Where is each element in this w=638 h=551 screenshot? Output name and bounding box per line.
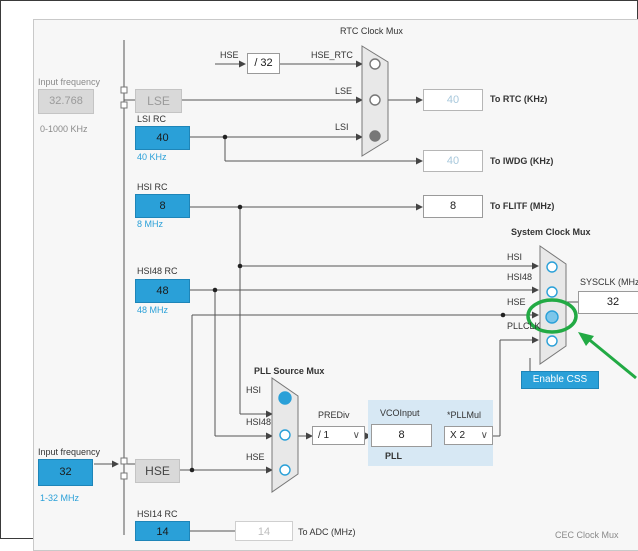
pllmul-value: X 2 bbox=[450, 430, 466, 441]
rtc-hse-label: HSE bbox=[220, 50, 239, 60]
chevron-down-icon: ∨ bbox=[352, 430, 360, 441]
lse-oscillator-block: LSE bbox=[135, 89, 182, 113]
hse-input-field[interactable]: 32 bbox=[38, 459, 93, 486]
lsi-frequency: 40 KHz bbox=[137, 152, 167, 162]
system-clock-mux-title: System Clock Mux bbox=[511, 227, 591, 237]
prediv-dropdown[interactable]: / 1 ∨ bbox=[312, 426, 365, 445]
rtc-lsi-radio[interactable] bbox=[369, 130, 381, 142]
to-flitf-label: To FLITF (MHz) bbox=[490, 201, 555, 211]
hsi-title: HSI RC bbox=[137, 182, 168, 192]
prediv-label: PREDiv bbox=[318, 410, 350, 420]
iwdg-output-value: 40 bbox=[423, 150, 483, 172]
lsi-value-box: 40 bbox=[135, 126, 190, 150]
enable-css-button[interactable]: Enable CSS bbox=[521, 371, 599, 389]
pll-source-selector[interactable] bbox=[276, 390, 294, 480]
rtc-mux-selector[interactable] bbox=[366, 56, 384, 146]
prediv-value: / 1 bbox=[318, 430, 330, 441]
pllmul-label: *PLLMul bbox=[447, 410, 482, 420]
lse-input-field[interactable]: 32.768 bbox=[38, 89, 94, 114]
sysclk-pllclk-label: PLLCLK bbox=[507, 321, 541, 331]
pll-hsi48-radio[interactable] bbox=[279, 429, 291, 441]
hsi14-value-box: 14 bbox=[135, 521, 190, 541]
rtc-lse-radio[interactable] bbox=[369, 94, 381, 106]
hse-range-label: 1-32 MHz bbox=[40, 493, 80, 503]
sysclk-hsi-radio[interactable] bbox=[546, 261, 558, 273]
to-iwdg-label: To IWDG (KHz) bbox=[490, 156, 554, 166]
to-rtc-label: To RTC (KHz) bbox=[490, 94, 548, 104]
rtc-div32-box: / 32 bbox=[247, 53, 280, 74]
sysclk-mux-selector[interactable] bbox=[543, 258, 563, 350]
hsi14-title: HSI14 RC bbox=[137, 509, 178, 519]
hsi-frequency: 8 MHz bbox=[137, 219, 164, 229]
hsi48-title: HSI48 RC bbox=[137, 266, 178, 276]
vco-input-value: 8 bbox=[371, 424, 432, 447]
rtc-mux-title: RTC Clock Mux bbox=[340, 26, 403, 36]
sysclk-hsi48-label: HSI48 bbox=[507, 272, 533, 282]
pll-hsi48-label: HSI48 bbox=[246, 417, 272, 427]
hsi48-frequency: 48 MHz bbox=[137, 305, 169, 315]
pll-hse-label: HSE bbox=[246, 452, 265, 462]
lsi-title: LSI RC bbox=[137, 114, 167, 124]
sysclk-hse-label: HSE bbox=[507, 297, 526, 307]
rtc-output-value: 40 bbox=[423, 89, 483, 111]
hse-rtc-label: HSE_RTC bbox=[311, 50, 353, 60]
pllmul-dropdown[interactable]: X 2 ∨ bbox=[444, 426, 493, 445]
hsi48-value-box: 48 bbox=[135, 279, 190, 303]
to-adc-label: To ADC (MHz) bbox=[298, 527, 356, 537]
rtc-hse-radio[interactable] bbox=[369, 58, 381, 70]
hsi-value-box: 8 bbox=[135, 194, 190, 218]
sysclk-label: SYSCLK (MHz) bbox=[580, 277, 638, 287]
pll-hsi-radio[interactable] bbox=[278, 391, 292, 405]
chevron-down-icon: ∨ bbox=[480, 430, 488, 441]
rtc-lse-label: LSE bbox=[335, 86, 353, 96]
hse-input-frequency-label: Input frequency bbox=[38, 447, 101, 457]
sysclk-hsi48-radio[interactable] bbox=[546, 286, 558, 298]
sysclk-value[interactable]: 32 bbox=[578, 291, 638, 314]
sysclk-hse-radio[interactable] bbox=[545, 310, 559, 324]
sysclk-hsi-label: HSI bbox=[507, 252, 523, 262]
lse-range-label: 0-1000 KHz bbox=[40, 124, 88, 134]
lse-input-frequency-label: Input frequency bbox=[38, 77, 101, 87]
sysclk-pllclk-radio[interactable] bbox=[546, 335, 558, 347]
adc-output-value: 14 bbox=[235, 521, 293, 541]
pll-source-mux-title: PLL Source Mux bbox=[254, 366, 325, 376]
pll-label: PLL bbox=[385, 451, 402, 461]
pll-hse-radio[interactable] bbox=[279, 464, 291, 476]
rtc-lsi-label: LSI bbox=[335, 122, 349, 132]
vco-input-label: VCOInput bbox=[380, 408, 420, 418]
flitf-output-value: 8 bbox=[423, 195, 483, 218]
pll-hsi-label: HSI bbox=[246, 385, 262, 395]
hse-oscillator-block: HSE bbox=[135, 459, 180, 483]
